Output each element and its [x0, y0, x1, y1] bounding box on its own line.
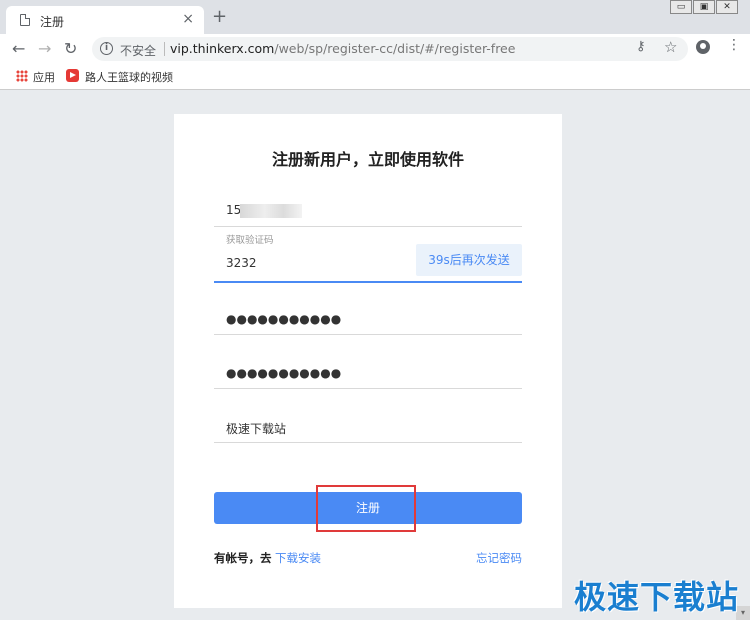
phone-field[interactable]: 15: [214, 200, 522, 228]
security-label[interactable]: 不安全: [120, 42, 156, 59]
invite-field[interactable]: 极速下载站: [214, 416, 522, 444]
tab-title: 注册: [40, 15, 65, 29]
confirm-password-value: ●●●●●●●●●●●: [226, 366, 342, 380]
close-window-button[interactable]: ✕: [716, 0, 738, 14]
field-underline: [214, 226, 522, 227]
url-host: vip.thinkerx.com: [170, 41, 275, 56]
url-path: /web/sp/register-cc/dist/#/register-free: [274, 41, 516, 56]
forward-icon[interactable]: →: [38, 39, 51, 59]
page-content: 注册新用户，立即使用软件 15 获取验证码 3232 39s后再次发送 ●●●●…: [0, 90, 750, 620]
annotation-highlight-box: [316, 485, 416, 532]
forgot-password-link[interactable]: 忘记密码: [476, 550, 522, 566]
bookmark-star-icon[interactable]: ☆: [664, 38, 677, 56]
browser-tab[interactable]: 注册 ×: [6, 6, 204, 34]
tab-strip: 注册 × + ▭ ▣ ✕: [0, 0, 750, 34]
register-card: 注册新用户，立即使用软件 15 获取验证码 3232 39s后再次发送 ●●●●…: [174, 114, 562, 608]
field-underline: [214, 442, 522, 443]
password-field[interactable]: ●●●●●●●●●●●: [214, 308, 522, 336]
url-text[interactable]: vip.thinkerx.com/web/sp/register-cc/dist…: [170, 41, 515, 56]
password-value: ●●●●●●●●●●●: [226, 312, 342, 326]
key-icon[interactable]: ⚷: [636, 39, 646, 54]
info-icon[interactable]: i: [100, 42, 113, 55]
minimize-button[interactable]: ▭: [670, 0, 692, 14]
maximize-button[interactable]: ▣: [693, 0, 715, 14]
resend-code-button[interactable]: 39s后再次发送: [416, 244, 522, 276]
bookmark-apps[interactable]: 应用: [33, 69, 55, 85]
download-install-link[interactable]: 下载安装: [275, 550, 321, 566]
field-underline: [214, 334, 522, 335]
redacted-blur: [240, 204, 302, 218]
code-label: 获取验证码: [226, 235, 274, 246]
confirm-password-field[interactable]: ●●●●●●●●●●●: [214, 362, 522, 390]
apps-grid-icon[interactable]: [16, 70, 28, 82]
invite-value: 极速下载站: [226, 422, 287, 436]
reload-icon[interactable]: ↻: [64, 39, 77, 59]
bookmarks-bar: 应用 路人王篮球的视频: [0, 64, 750, 90]
account-icon[interactable]: [696, 40, 710, 54]
page-title: 注册新用户，立即使用软件: [271, 150, 464, 169]
back-icon[interactable]: ←: [12, 39, 25, 59]
code-value: 3232: [226, 256, 257, 270]
field-underline: [214, 388, 522, 389]
bookmark-video[interactable]: 路人王篮球的视频: [85, 69, 173, 85]
has-account-text: 有帐号，去: [214, 551, 272, 565]
video-icon[interactable]: [66, 69, 79, 82]
more-menu-icon[interactable]: ⋮: [727, 38, 741, 52]
phone-value: 15: [226, 203, 242, 217]
tab-close-button[interactable]: ×: [182, 11, 194, 27]
field-underline: [214, 281, 522, 283]
document-icon: [20, 14, 30, 26]
watermark: 极速下载站: [574, 578, 740, 616]
url-divider: [164, 42, 165, 56]
new-tab-button[interactable]: +: [212, 8, 227, 26]
address-bar[interactable]: i 不安全 vip.thinkerx.com/web/sp/register-c…: [92, 37, 688, 61]
